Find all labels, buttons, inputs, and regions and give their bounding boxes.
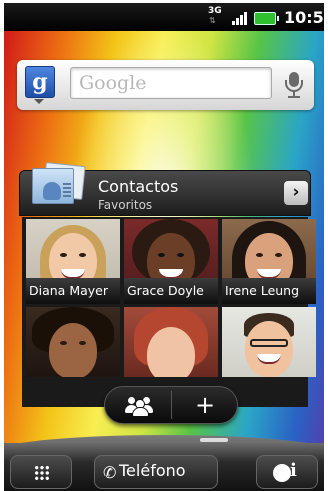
people-widget: Contactos Favoritos › f Diana Mayer: [19, 162, 316, 411]
contact-tile[interactable]: f Diana Mayer: [26, 219, 120, 304]
phone-button[interactable]: ✆ Teléfono: [94, 455, 218, 489]
contact-name: Irene Leung: [222, 278, 316, 304]
contact-name: Grace Doyle: [124, 278, 218, 304]
personalize-button[interactable]: i: [256, 455, 318, 489]
google-search-widget: g: [17, 60, 314, 110]
contact-card-icon: [30, 160, 86, 206]
phone-label: Teléfono: [119, 461, 186, 480]
people-widget-subtitle: Favoritos: [98, 198, 153, 212]
group-button[interactable]: [105, 387, 171, 423]
contact-grid: f Diana Mayer Grace Doyle Irene Leung: [22, 217, 316, 407]
data-activity-icon: ⇅: [209, 16, 216, 25]
contact-tile[interactable]: [26, 307, 120, 377]
contact-tile[interactable]: Grace Doyle: [124, 219, 218, 304]
contact-name: Diana Mayer: [26, 278, 120, 304]
battery-icon: [254, 12, 279, 25]
search-provider-dropdown-icon[interactable]: [34, 99, 44, 104]
status-bar[interactable]: 3G ⇅ 10:59: [4, 3, 324, 31]
people-widget-title: Contactos: [98, 177, 179, 196]
contact-tile[interactable]: [222, 307, 316, 377]
network-type: 3G: [208, 6, 222, 16]
people-group-icon: [125, 396, 153, 417]
personalize-icon: [273, 464, 291, 482]
google-g-icon[interactable]: g: [25, 66, 55, 98]
status-clock: 10:59: [284, 8, 324, 27]
app-grid-icon: [34, 465, 50, 481]
google-search-input[interactable]: [70, 67, 272, 99]
people-actions-bar: +: [104, 386, 238, 424]
microphone-icon[interactable]: [279, 67, 309, 101]
contact-tile[interactable]: Irene Leung: [222, 219, 316, 304]
signal-strength-icon: [232, 11, 248, 25]
people-widget-header[interactable]: Contactos Favoritos ›: [19, 162, 311, 216]
dock-handle: [200, 438, 228, 442]
home-screen: 3G ⇅ 10:59 g Contactos Favoritos: [4, 3, 324, 491]
phone-icon: ✆: [103, 463, 117, 482]
add-contact-button[interactable]: +: [172, 387, 238, 423]
chevron-right-icon[interactable]: ›: [284, 181, 308, 205]
contact-tile[interactable]: [124, 307, 218, 377]
all-apps-button[interactable]: [10, 455, 72, 489]
